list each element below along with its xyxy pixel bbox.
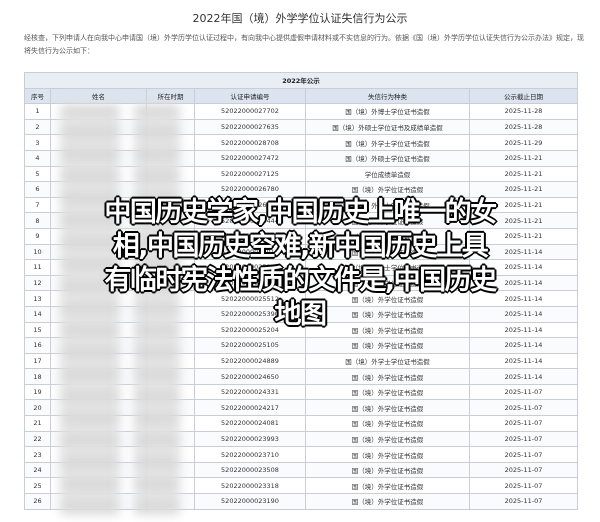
notice-paragraph: 经核查，下列申请人在向我中心申请国（境）外学历学位认证过程中，有向我中心提供虚假… [24, 34, 584, 55]
cell-violation-type: 国（境）外学位证书造假 [305, 383, 470, 401]
cell-deadline: 2025-11-14 [468, 337, 579, 354]
header-period: 所在时期 [146, 87, 195, 105]
cell-deadline: 2025-11-07 [468, 446, 579, 463]
table-caption: 2022年公示 [23, 72, 579, 89]
cell-violation-type: 国（境）外学位证书造假 [305, 461, 470, 479]
cell-cert-number: 52022000027635 [194, 118, 306, 136]
table-header-row: 序号 姓名 所在时期 认证申请编号 失信行为种类 公示截止日期 [24, 87, 579, 105]
cell-deadline: 2025-11-07 [468, 477, 579, 495]
cell-violation-type: 国（境）外学位证书造假 [305, 399, 470, 417]
cell-cert-number: 52022000027702 [194, 103, 306, 120]
cell-cert-number: 52022000024081 [194, 415, 306, 432]
cell-violation-type: 国（境）外学位证书造假 [305, 415, 470, 432]
header-deadline: 公示截止日期 [468, 87, 579, 105]
cell-seq: 5 [24, 165, 51, 183]
cell-violation-type: 国（境）外学位证书造假 [305, 337, 470, 354]
cell-seq: 3 [24, 134, 51, 151]
cell-cert-number: 52022000024889 [194, 352, 306, 370]
header-cert-number: 认证申请编号 [194, 87, 306, 105]
cell-seq: 21 [24, 415, 51, 432]
cell-seq: 6 [24, 181, 51, 198]
overlay-line: 相,中国历史空难,新中国历史上具 [112, 231, 489, 262]
cell-deadline: 2025-11-21 [468, 165, 579, 183]
cell-violation-type: 国（境）外学位证书造假 [305, 368, 470, 385]
cell-deadline: 2025-11-21 [468, 181, 579, 198]
cell-seq: 19 [24, 383, 51, 401]
cell-violation-type: 国（境）外博士学位证书造假 [305, 103, 470, 120]
cell-deadline: 2025-11-07 [468, 430, 579, 448]
cell-violation-type: 国（境）外学位证书造假 [305, 446, 470, 463]
cell-seq: 22 [24, 430, 51, 448]
cell-deadline: 2025-11-07 [468, 461, 579, 479]
cell-cert-number: 52022000023993 [194, 430, 306, 448]
cell-seq: 18 [24, 368, 51, 385]
header-name: 姓名 [50, 87, 147, 105]
cell-cert-number: 52022000028708 [194, 134, 306, 151]
cell-violation-type: 学位成绩单造假 [305, 165, 470, 183]
cell-deadline: 2025-11-29 [468, 134, 579, 151]
cell-cert-number: 52022000026780 [194, 181, 306, 198]
header-seq: 序号 [24, 87, 51, 105]
cell-deadline: 2025-11-07 [468, 415, 579, 432]
cell-cert-number: 52022000024331 [194, 383, 306, 401]
cell-violation-type: 国（境）外学士学位证书造假 [305, 134, 470, 151]
cell-violation-type: 国（境）外学位证书造假 [305, 493, 470, 510]
cell-seq: 25 [24, 477, 51, 495]
cell-violation-type: 国（境）外学士学位证书造假 [305, 352, 470, 370]
cell-seq: 4 [24, 149, 51, 167]
cell-deadline: 2025-11-21 [468, 149, 579, 167]
cell-cert-number: 52022000024217 [194, 399, 306, 417]
cell-cert-number: 52022000023318 [194, 477, 306, 495]
cell-cert-number: 52022000023190 [194, 493, 306, 510]
cell-violation-type: 国（境）外学位证书造假 [305, 430, 470, 448]
overlay-line: 有临时宪法性质的文件是,中国历史 [104, 265, 497, 296]
cell-violation-type: 国（境）外硕士学位证书及成绩单造假 [305, 118, 470, 136]
cell-deadline: 2025-11-14 [468, 368, 579, 385]
cell-violation-type: 国（境）外学位证书造假 [305, 477, 470, 495]
cell-seq: 24 [24, 461, 51, 479]
cell-seq: 26 [24, 493, 51, 510]
overlay-caption: 中国历史学家,中国历史上唯一的女 相,中国历史空难,新中国历史上具 有临时宪法性… [14, 196, 586, 332]
cell-cert-number: 52022000025105 [194, 337, 306, 354]
cell-seq: 1 [24, 103, 51, 120]
cell-cert-number: 52022000027472 [194, 149, 306, 167]
overlay-line: 中国历史学家,中国历史上唯一的女 [104, 197, 497, 228]
cell-seq: 20 [24, 399, 51, 417]
overlay-line: 地图 [274, 299, 328, 330]
cell-cert-number: 52022000024650 [194, 368, 306, 385]
cell-cert-number: 52022000023508 [194, 461, 306, 479]
cell-seq: 2 [24, 118, 51, 136]
cell-seq: 16 [24, 337, 51, 354]
page-title: 2022年国（境）外学学位认证失信行为公示 [192, 12, 408, 25]
cell-seq: 23 [24, 446, 51, 463]
cell-cert-number: 52022000027125 [194, 165, 306, 183]
cell-violation-type: 国（境）外硕士学位证书造假 [305, 149, 470, 167]
cell-cert-number: 52022000023710 [194, 446, 306, 463]
cell-deadline: 2025-11-07 [468, 399, 579, 417]
cell-deadline: 2025-11-07 [468, 493, 579, 510]
cell-deadline: 2025-11-14 [468, 352, 579, 370]
cell-deadline: 2025-11-07 [468, 383, 579, 401]
cell-seq: 17 [24, 352, 51, 370]
cell-deadline: 2025-11-28 [468, 103, 579, 120]
cell-violation-type: 国（境）外学位证书造假 [305, 181, 470, 198]
header-violation-type: 失信行为种类 [305, 87, 470, 105]
cell-deadline: 2025-11-28 [468, 118, 579, 136]
